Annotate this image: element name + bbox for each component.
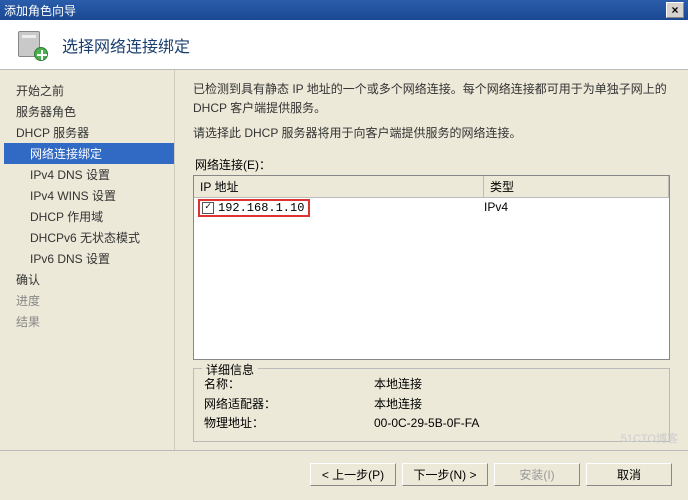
sidebar-item[interactable]: 服务器角色 bbox=[4, 101, 174, 122]
main-panel: 已检测到具有静态 IP 地址的一个或多个网络连接。每个网络连接都可用于为单独子网… bbox=[175, 70, 688, 450]
connection-checkbox[interactable] bbox=[202, 202, 214, 214]
details-group: 详细信息 名称：本地连接 网络适配器：本地连接 物理地址：00-0C-29-5B… bbox=[193, 368, 670, 442]
detail-mac-value: 00-0C-29-5B-0F-FA bbox=[374, 414, 479, 433]
close-button[interactable]: × bbox=[666, 2, 684, 18]
next-button[interactable]: 下一步(N) > bbox=[402, 463, 488, 486]
detail-adapter-value: 本地连接 bbox=[374, 395, 422, 414]
sidebar-item[interactable]: 开始之前 bbox=[4, 80, 174, 101]
sidebar-item[interactable]: DHCP 服务器 bbox=[4, 122, 174, 143]
detail-mac-label: 物理地址： bbox=[204, 414, 374, 433]
intro-text-2: 请选择此 DHCP 服务器将用于向客户端提供服务的网络连接。 bbox=[193, 124, 670, 143]
sidebar-item[interactable]: IPv4 DNS 设置 bbox=[4, 164, 174, 185]
window-title: 添加角色向导 bbox=[4, 2, 666, 19]
column-ip[interactable]: IP 地址 bbox=[194, 176, 484, 197]
details-legend: 详细信息 bbox=[202, 361, 258, 378]
sidebar-item[interactable]: IPv4 WINS 设置 bbox=[4, 185, 174, 206]
prev-button[interactable]: < 上一步(P) bbox=[310, 463, 396, 486]
wizard-footer: < 上一步(P) 下一步(N) > 安装(I) 取消 bbox=[0, 450, 688, 498]
cancel-button[interactable]: 取消 bbox=[586, 463, 672, 486]
sidebar-item[interactable]: DHCPv6 无状态模式 bbox=[4, 227, 174, 248]
install-button: 安装(I) bbox=[494, 463, 580, 486]
detail-name-value: 本地连接 bbox=[374, 375, 422, 394]
wizard-steps-sidebar: 开始之前服务器角色DHCP 服务器网络连接绑定IPv4 DNS 设置IPv4 W… bbox=[0, 70, 175, 450]
connection-ip: 192.168.1.10 bbox=[218, 201, 304, 215]
connections-list: IP 地址 类型 192.168.1.10 IPv4 bbox=[193, 175, 670, 361]
sidebar-item[interactable]: DHCP 作用域 bbox=[4, 206, 174, 227]
sidebar-item[interactable]: IPv6 DNS 设置 bbox=[4, 248, 174, 269]
detail-adapter-label: 网络适配器： bbox=[204, 395, 374, 414]
page-title: 选择网络连接绑定 bbox=[62, 33, 190, 57]
sidebar-item[interactable]: 确认 bbox=[4, 269, 174, 290]
wizard-header: 选择网络连接绑定 bbox=[0, 20, 688, 70]
titlebar: 添加角色向导 × bbox=[0, 0, 688, 20]
connection-type: IPv4 bbox=[484, 199, 669, 217]
connections-label: 网络连接(E)： bbox=[193, 156, 670, 173]
connection-row[interactable]: 192.168.1.10 IPv4 bbox=[194, 198, 669, 218]
intro-text-1: 已检测到具有静态 IP 地址的一个或多个网络连接。每个网络连接都可用于为单独子网… bbox=[193, 80, 670, 118]
sidebar-item: 进度 bbox=[4, 290, 174, 311]
list-header: IP 地址 类型 bbox=[194, 176, 669, 198]
sidebar-item: 结果 bbox=[4, 311, 174, 332]
server-plus-icon bbox=[16, 29, 48, 61]
column-type[interactable]: 类型 bbox=[484, 176, 669, 197]
sidebar-item[interactable]: 网络连接绑定 bbox=[4, 143, 174, 164]
